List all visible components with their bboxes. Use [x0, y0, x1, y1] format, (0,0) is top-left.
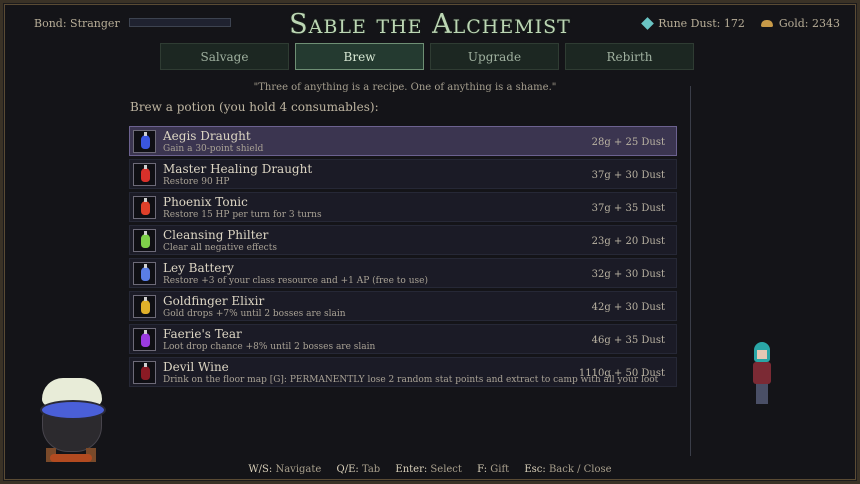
- potion-name: Phoenix Tonic: [163, 195, 248, 209]
- item-slot: [133, 328, 156, 351]
- brew-prompt: Brew a potion (you hold 4 consumables):: [130, 100, 379, 114]
- potion-cost: 37g + 30 Dust: [591, 170, 665, 181]
- potion-cost: 23g + 20 Dust: [591, 236, 665, 247]
- panel-divider: [690, 86, 691, 456]
- list-item[interactable]: Phoenix Tonic Restore 15 HP per turn for…: [129, 192, 677, 222]
- item-slot: [133, 130, 156, 153]
- npc-legs: [756, 384, 768, 404]
- potion-cost: 42g + 30 Dust: [591, 302, 665, 313]
- purple-potion-icon: [141, 330, 150, 347]
- hint-key: Enter:: [395, 464, 428, 475]
- potion-name: Aegis Draught: [163, 129, 251, 143]
- blue-potion-icon: [141, 132, 150, 149]
- hint-key: W/S:: [248, 464, 273, 475]
- hint-key: Q/E:: [336, 464, 359, 475]
- hint-label: Tab: [361, 464, 381, 475]
- potion-name: Cleansing Philter: [163, 228, 269, 242]
- hint-label: Back / Close: [548, 464, 612, 475]
- rune-dust-icon: [641, 17, 655, 30]
- flame-potion-icon: [141, 198, 150, 215]
- list-item[interactable]: Cleansing Philter Clear all negative eff…: [129, 225, 677, 255]
- potion-cost: 28g + 25 Dust: [591, 137, 665, 148]
- bond-label: Bond: Stranger: [34, 17, 120, 30]
- npc-face: [757, 350, 767, 359]
- potion-name: Devil Wine: [163, 360, 229, 374]
- mana-potion-icon: [141, 264, 150, 281]
- page-title: Sable the Alchemist: [289, 9, 571, 40]
- item-slot: [133, 196, 156, 219]
- wine-bottle-icon: [141, 363, 150, 380]
- potion-description: Restore 90 HP: [163, 177, 230, 187]
- hint-key: F:: [477, 464, 488, 475]
- potion-description: Loot drop chance +8% until 2 bosses are …: [163, 342, 376, 352]
- npc-body: [753, 362, 771, 384]
- cauldron-brew: [40, 400, 106, 420]
- controls-hint-bar: W/S: Navigate Q/E: Tab Enter: Select F: …: [0, 464, 860, 475]
- potion-description: Restore +3 of your class resource and +1…: [163, 276, 428, 286]
- item-slot: [133, 163, 156, 186]
- gold-value: Gold: 2343: [778, 17, 840, 30]
- list-item[interactable]: Aegis Draught Gain a 30-point shield 28g…: [129, 126, 677, 156]
- list-item[interactable]: Goldfinger Elixir Gold drops +7% until 2…: [129, 291, 677, 321]
- potion-name: Faerie's Tear: [163, 327, 242, 341]
- hint-label: Gift: [490, 464, 510, 475]
- tab-upgrade[interactable]: Upgrade: [430, 43, 559, 70]
- cauldron-icon: [36, 378, 106, 466]
- potion-name: Master Healing Draught: [163, 162, 313, 176]
- item-slot: [133, 262, 156, 285]
- hint-label: Navigate: [275, 464, 322, 475]
- tab-brew[interactable]: Brew: [295, 43, 424, 70]
- gold-potion-icon: [141, 297, 150, 314]
- potion-cost: 32g + 30 Dust: [591, 269, 665, 280]
- rune-dust-value: Rune Dust: 172: [658, 17, 745, 30]
- potion-cost: 46g + 35 Dust: [591, 335, 665, 346]
- list-item[interactable]: Faerie's Tear Loot drop chance +8% until…: [129, 324, 677, 354]
- tab-rebirth[interactable]: Rebirth: [565, 43, 694, 70]
- tab-salvage[interactable]: Salvage: [160, 43, 289, 70]
- currency-display: Rune Dust: 172 Gold: 2343: [641, 17, 840, 30]
- gold-icon: [760, 20, 773, 27]
- tab-bar: Salvage Brew Upgrade Rebirth: [160, 43, 694, 70]
- item-slot: [133, 229, 156, 252]
- potion-description: Gold drops +7% until 2 bosses are slain: [163, 309, 346, 319]
- potion-description: Gain a 30-point shield: [163, 144, 264, 154]
- hint-key: Esc:: [524, 464, 546, 475]
- potion-cost: 1110g + 50 Dust: [578, 368, 665, 379]
- potion-list: Aegis Draught Gain a 30-point shield 28g…: [129, 126, 677, 390]
- potion-description: Restore 15 HP per turn for 3 turns: [163, 210, 322, 220]
- alchemist-npc-sprite: [749, 342, 775, 406]
- item-slot: [133, 361, 156, 384]
- list-item[interactable]: Master Healing Draught Restore 90 HP 37g…: [129, 159, 677, 189]
- item-slot: [133, 295, 156, 318]
- red-potion-icon: [141, 165, 150, 182]
- green-potion-icon: [141, 231, 150, 248]
- list-item[interactable]: Devil Wine Drink on the floor map [G]: P…: [129, 357, 677, 387]
- potion-description: Clear all negative effects: [163, 243, 277, 253]
- potion-name: Ley Battery: [163, 261, 234, 275]
- bond-progress-bar: [129, 18, 231, 27]
- hint-label: Select: [430, 464, 462, 475]
- fire-icon: [50, 454, 92, 462]
- potion-name: Goldfinger Elixir: [163, 294, 265, 308]
- list-item[interactable]: Ley Battery Restore +3 of your class res…: [129, 258, 677, 288]
- potion-cost: 37g + 35 Dust: [591, 203, 665, 214]
- npc-quote: "Three of anything is a recipe. One of a…: [253, 82, 557, 93]
